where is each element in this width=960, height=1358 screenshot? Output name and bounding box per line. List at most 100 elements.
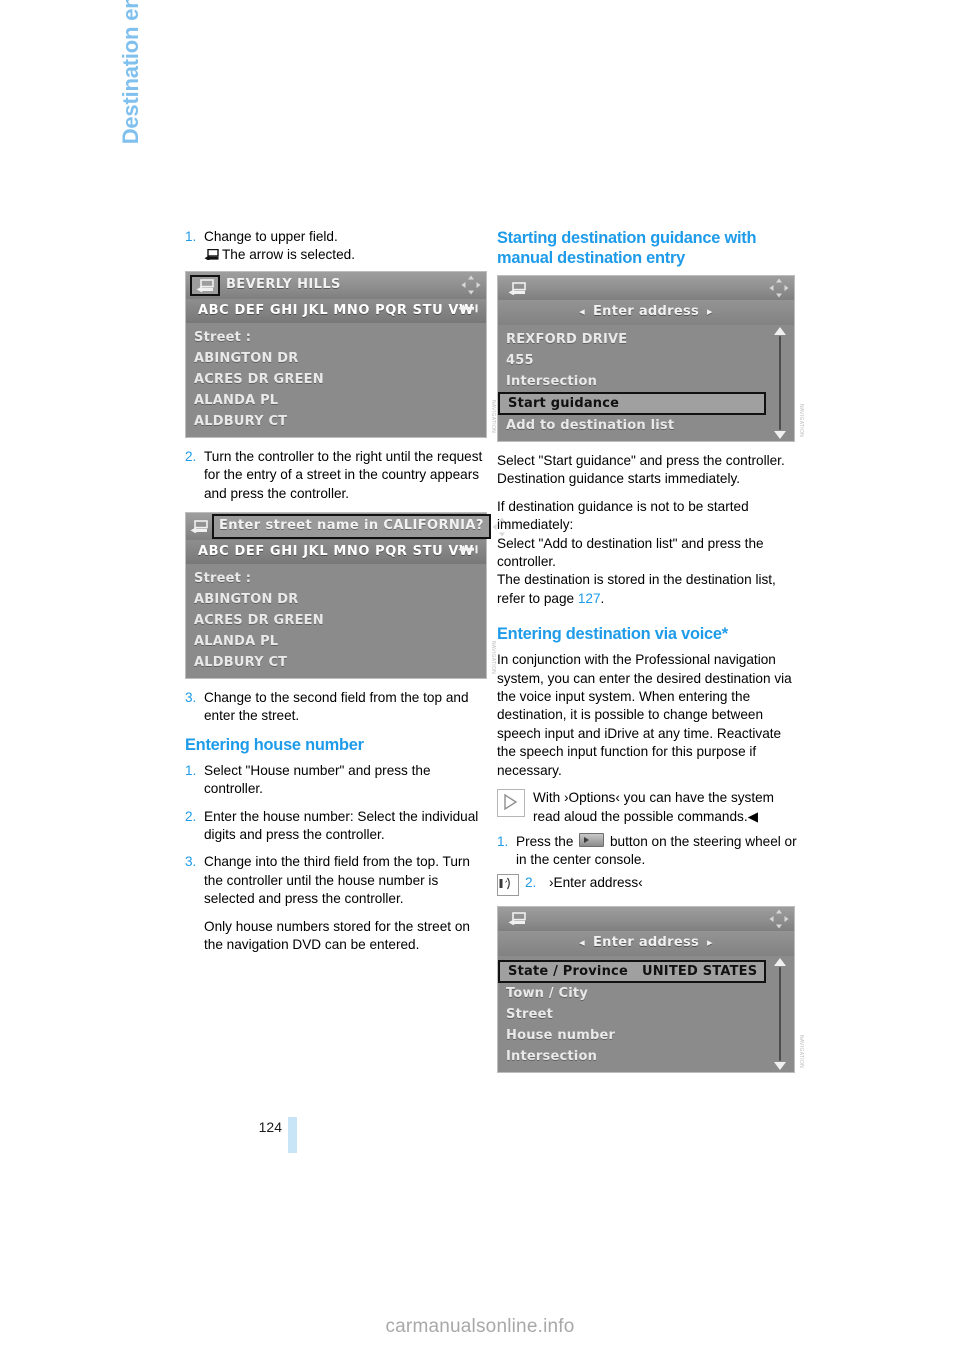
list-item[interactable]: ALANDA PL [186,631,486,652]
step-number: 2. [525,874,537,890]
scrollbar-thumb[interactable] [779,336,781,430]
speech-input-icon [497,873,519,896]
screenshot-street-entry-beverly-hills: BEVERLY HILLS ABC DEF GHI JKL MNO PQR ST… [185,270,496,438]
image-watermark: NAVIGATION [798,1034,804,1068]
list-item[interactable]: Intersection [498,1046,794,1067]
list-item-add-to-destination-list[interactable]: Add to destination list [498,415,794,436]
list-item[interactable]: Intersection [498,371,794,392]
screen-header [498,906,794,931]
list-item[interactable]: ACRES DR GREEN [186,610,486,631]
scrollbar[interactable] [772,327,788,439]
step-body: Select "House number" and press the cont… [204,762,431,797]
list-item[interactable]: REXFORD DRIVE [498,329,794,350]
note-options-readout: With ›Options‹ you can have the system r… [497,789,799,826]
chapter-title-text: Destination entry [118,0,143,145]
step-number: 1. [185,229,197,244]
list-item[interactable]: Street : [186,568,486,589]
section-heading-entering-destination-via-voice: Entering destination via voice* [497,625,728,644]
list-item[interactable]: House number [498,1025,794,1046]
paragraph-voice-intro: In conjunction with the Professional nav… [497,652,792,778]
list-item[interactable]: Street [498,1004,794,1025]
step-1: 1. Change to upper field. The arrow is s… [185,228,487,265]
step-1-line-2-wrap: The arrow is selected. [204,246,487,264]
screen-title[interactable]: Enter street name in CALIFORNIA? [212,514,491,539]
backspace-icon[interactable] [458,302,478,320]
step-1-line-1: Change to upper field. [204,229,338,244]
field-label: State / Province [508,963,628,979]
step-number: 1. [185,762,197,778]
scroll-up-arrow-icon[interactable] [774,957,786,966]
back-arrow-icon [204,249,219,261]
screen-header: BEVERLY HILLS [186,271,486,299]
left-column: 1. Change to upper field. The arrow is s… [185,228,512,964]
chevron-left-icon[interactable]: ◂ [579,303,585,321]
list-item[interactable]: ALDBURY CT [186,652,486,673]
screenshot-enter-address-fields: ◂ Enter address ▸ State / Province UNITED… [497,905,804,1073]
paragraph-add-to-destination-list: If destination guidance is not to be sta… [497,498,799,608]
chevron-left-icon[interactable]: ◂ [579,934,585,952]
street-list: Street : ABINGTON DR ACRES DR GREEN ALAN… [186,564,486,679]
address-field-list: REXFORD DRIVE 455 Intersection Start gui… [498,325,794,441]
paragraph-select-start-guidance: Select "Start guidance" and press the co… [497,452,799,489]
house-number-step-1: 1. Select "House number" and press the c… [185,762,487,799]
list-item[interactable]: ALDBURY CT [186,411,486,432]
enter-address-subbar[interactable]: ◂ Enter address ▸ [498,300,794,325]
list-item[interactable]: Street : [186,327,486,348]
chevron-right-icon[interactable]: ▸ [707,934,713,952]
chapter-title: Destination entry [118,0,158,228]
field-value: UNITED STATES [641,963,758,979]
step-body: ›Enter address‹ [549,874,643,890]
scrollbar[interactable] [772,957,788,1070]
voice-step-2: 2. ›Enter address‹ [497,873,799,896]
subbar-label: Enter address [592,935,700,951]
step-number: 3. [185,854,197,870]
paragraph-line: Select "Start guidance" and press the co… [497,453,785,468]
address-field-list: State / Province UNITED STATES Town / Cit… [498,955,794,1072]
back-arrow-icon[interactable] [190,516,208,537]
scroll-down-arrow-icon[interactable] [774,1061,786,1070]
paragraph-period: . [600,590,605,606]
backspace-icon[interactable] [458,543,478,561]
paragraph-line: Select "Add to destination list" and pre… [497,535,764,570]
step-body: Press the button on the steering wheel o… [516,832,799,870]
list-item[interactable]: ABINGTON DR [186,589,486,610]
enter-address-subbar[interactable]: ◂ Enter address ▸ [498,930,794,956]
list-item[interactable]: Town / City [498,983,794,1004]
paragraph-line: Destination guidance starts immediately. [497,471,741,487]
voice-step-1-pre: Press the [516,833,578,849]
step-body: Turn the controller to the right until t… [204,448,483,501]
list-item[interactable]: 455 [498,350,794,371]
list-item-start-guidance[interactable]: Start guidance [498,392,766,415]
manual-page: Destination entry 1. Change to upper fie… [0,0,960,1358]
subbar-label: Enter address [592,304,700,320]
page-marker-bar [288,1117,297,1153]
letter-groups: ABC DEF GHI JKL MNO PQR STU VW [198,543,474,559]
back-arrow-icon[interactable] [502,908,532,929]
house-number-step-3: 3. Change into the third field from the … [185,853,487,908]
screen-header: Enter street name in CALIFORNIA? [186,513,512,541]
letter-groups-row[interactable]: ABC DEF GHI JKL MNO PQR STU VW [186,298,486,323]
street-list: Street : ABINGTON DR ACRES DR GREEN ALAN… [186,322,486,437]
letter-groups: ABC DEF GHI JKL MNO PQR STU VW [198,302,474,318]
scroll-down-arrow-icon[interactable] [774,431,786,439]
house-number-note: Only house numbers stored for the street… [204,918,470,953]
scroll-up-arrow-icon[interactable] [774,327,786,335]
step-body: Change to the second field from the top … [204,690,469,724]
list-item[interactable]: ACRES DR GREEN [186,369,486,390]
list-item-state-province[interactable]: State / Province UNITED STATES [498,959,766,983]
four-way-controller-icon [460,274,482,296]
back-arrow-icon[interactable] [190,274,220,296]
step-body: Change into the third field from the top… [204,854,470,907]
scrollbar-thumb[interactable] [779,966,781,1061]
list-item[interactable]: ALANDA PL [186,390,486,411]
letter-groups-row[interactable]: ABC DEF GHI JKL MNO PQR STU VW [186,540,486,565]
step-2: 2. Turn the controller to the right unti… [185,448,487,503]
page-reference-link[interactable]: 127 [578,591,601,606]
voice-button-icon [579,832,605,847]
back-arrow-icon[interactable] [502,278,532,299]
screenshot-street-entry-california-prompt: Enter street name in CALIFORNIA? ABC DEF… [185,512,512,680]
list-item[interactable]: ABINGTON DR [186,348,486,369]
step-body: Change to upper field. The arrow is sele… [204,228,487,265]
chevron-right-icon[interactable]: ▸ [707,303,713,321]
page-number: 124 [258,1119,282,1135]
